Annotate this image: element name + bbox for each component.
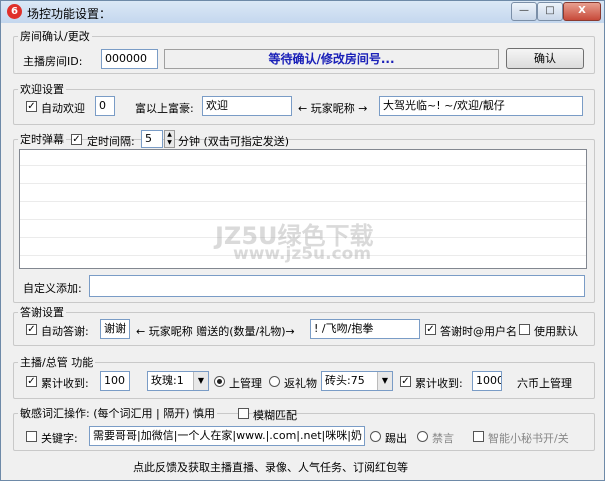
- fuzzy-match-label: 模糊匹配: [253, 409, 297, 422]
- use-default-label: 使用默认: [534, 325, 578, 338]
- thanks-prefix-input[interactable]: 谢谢: [100, 319, 130, 339]
- interval-unit-label: 分钟 (双击可指定发送): [178, 135, 290, 148]
- thanks-suffix-input[interactable]: ! /飞吻/抱拳: [310, 319, 420, 339]
- welcome-count-input[interactable]: 0: [95, 96, 115, 116]
- timed-legend: 定时弹幕: [20, 133, 64, 146]
- interval-input[interactable]: 5: [141, 130, 163, 148]
- thanks-middle-label: ← 玩家昵称 赠送的(数量/礼物)→: [136, 325, 295, 338]
- sensitive-legend: 敏感词汇操作: (每个词汇用 | 隔开) 慎用: [20, 407, 215, 420]
- room-legend: 房间确认/更改: [20, 30, 90, 43]
- room-id-input[interactable]: 000000: [101, 49, 158, 69]
- minimize-button[interactable]: —: [511, 2, 537, 21]
- manage-radio[interactable]: [214, 376, 225, 387]
- assistant-checkbox[interactable]: [473, 431, 484, 442]
- auto-thanks-checkbox[interactable]: ✓: [26, 324, 37, 335]
- auto-welcome-label: 自动欢迎: [41, 102, 85, 115]
- welcome-arrow-label: ← 玩家昵称 →: [298, 102, 368, 115]
- receive2-label: 累计收到:: [415, 377, 463, 390]
- return-gift-radio[interactable]: [269, 376, 280, 387]
- custom-add-label: 自定义添加:: [23, 282, 82, 295]
- mute-radio[interactable]: [417, 431, 428, 442]
- thanks-legend: 答谢设置: [20, 306, 64, 319]
- six-coin-label: 六币上管理: [517, 377, 572, 390]
- room-id-label: 主播房间ID:: [23, 55, 83, 68]
- keyword-input[interactable]: 需要哥哥|加微信|一个人在家|www.|.com|.net|咪咪|奶: [89, 426, 365, 446]
- settings-window: 6 场控功能设置： — □ X 房间确认/更改 主播房间ID: 000000 等…: [0, 0, 605, 481]
- welcome-suffix-input[interactable]: 大驾光临~! ~/欢迎/靓仔: [379, 96, 583, 116]
- mute-label: 禁言: [432, 432, 454, 445]
- receive-input[interactable]: 100: [100, 371, 130, 391]
- keyword-checkbox[interactable]: [26, 431, 37, 442]
- thanks-username-checkbox[interactable]: ✓: [425, 324, 436, 335]
- gift-select[interactable]: 玫瑰:1 ▼: [147, 371, 209, 391]
- room-status: 等待确认/修改房间号...: [164, 49, 499, 69]
- use-default-checkbox[interactable]: [519, 324, 530, 335]
- thanks-username-label: 答谢时@用户名: [440, 325, 517, 338]
- close-button[interactable]: X: [563, 2, 601, 21]
- title-bar: 6 场控功能设置： — □ X: [1, 1, 604, 23]
- admin-legend: 主播/总管 功能: [20, 356, 94, 369]
- timed-barrage-checkbox[interactable]: ✓: [71, 134, 82, 145]
- confirm-button[interactable]: 确认: [506, 48, 584, 69]
- watermark-url: www.jz5u.com: [233, 244, 372, 264]
- receive-checkbox[interactable]: ✓: [26, 376, 37, 387]
- receive-label: 累计收到:: [41, 377, 89, 390]
- kick-label: 踢出: [385, 432, 407, 445]
- receive2-input[interactable]: 1000: [472, 371, 502, 391]
- kick-radio[interactable]: [370, 431, 381, 442]
- auto-thanks-label: 自动答谢:: [41, 325, 89, 338]
- rich-level-label: 富以上富豪:: [135, 102, 194, 115]
- assistant-label: 智能小秘书开/关: [488, 432, 569, 445]
- welcome-legend: 欢迎设置: [20, 83, 64, 96]
- interval-label: 定时间隔:: [87, 135, 135, 148]
- custom-add-input[interactable]: [89, 275, 585, 297]
- interval-spinner[interactable]: ▲ ▼: [164, 130, 175, 148]
- fuzzy-match-checkbox[interactable]: [238, 408, 249, 419]
- gift2-select[interactable]: 砖头:75 ▼: [321, 371, 393, 391]
- feedback-link[interactable]: 点此反馈及获取主播直播、录像、人气任务、订阅红包等: [133, 459, 408, 475]
- app-icon: 6: [7, 4, 22, 19]
- return-gift-label: 返礼物: [284, 377, 317, 390]
- keyword-label: 关键字:: [41, 432, 78, 445]
- maximize-button[interactable]: □: [537, 2, 563, 21]
- chevron-down-icon: ▼: [377, 372, 392, 390]
- chevron-down-icon: ▼: [193, 372, 208, 390]
- window-title: 场控功能设置：: [27, 7, 112, 21]
- receive2-checkbox[interactable]: ✓: [400, 376, 411, 387]
- welcome-prefix-input[interactable]: 欢迎: [202, 96, 292, 116]
- auto-welcome-checkbox[interactable]: ✓: [26, 101, 37, 112]
- manage-label: 上管理: [229, 377, 262, 390]
